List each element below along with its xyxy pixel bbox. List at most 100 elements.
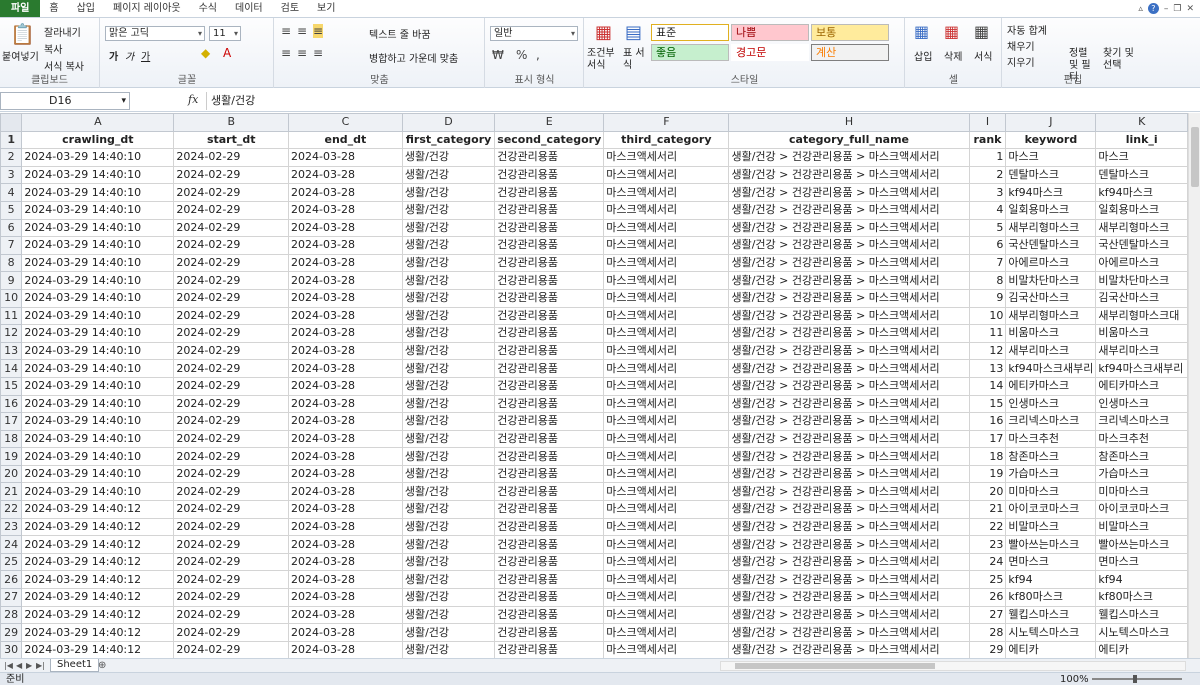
cell[interactable]: 2024-02-29 [173, 200, 290, 220]
cell[interactable]: 2024-03-28 [288, 588, 403, 607]
cell[interactable]: 마스크액세서리 [603, 429, 730, 449]
cell[interactable]: 생활/건강 [401, 535, 496, 554]
cell[interactable]: 생활/건강 [401, 447, 496, 466]
cell[interactable]: 생활/건강 > 건강관리용품 > 마스크액세서리 [728, 324, 970, 343]
cell[interactable]: 29 [968, 640, 1007, 658]
cell[interactable]: 마스크 [1005, 148, 1097, 167]
cell[interactable]: 생활/건강 > 건강관리용품 > 마스크액세서리 [728, 605, 970, 625]
column-header[interactable]: F [603, 113, 730, 132]
cell[interactable]: 2024-03-29 14:40:12 [21, 570, 175, 590]
cell[interactable]: 생활/건강 [401, 253, 496, 273]
cell[interactable]: kf94 [1095, 570, 1188, 590]
cell[interactable]: 생활/건강 > 건강관리용품 > 마스크액세서리 [728, 376, 970, 396]
cell[interactable]: 생활/건강 [401, 640, 496, 658]
row-number[interactable]: 8 [0, 253, 23, 273]
cell[interactable]: 생활/건강 [401, 165, 496, 185]
cell[interactable]: 생활/건강 > 건강관리용품 > 마스크액세서리 [728, 429, 970, 449]
insert-function-icon[interactable]: fx [188, 93, 198, 106]
cell[interactable]: 비움마스크 [1005, 324, 1097, 343]
font-size-combo[interactable]: 11 [209, 26, 241, 41]
cell[interactable]: 가습마스크 [1005, 464, 1097, 484]
column-header[interactable]: I [968, 113, 1007, 132]
cell[interactable]: 비움마스크 [1095, 324, 1188, 343]
ribbon-tab[interactable]: 검토 [272, 0, 308, 17]
cell[interactable]: 빨아쓰는마스크 [1095, 535, 1188, 554]
cell[interactable]: 국산덴탈마스크 [1095, 236, 1188, 255]
row-number[interactable]: 6 [0, 218, 23, 238]
cell[interactable]: 생활/건강 [401, 148, 496, 167]
align-top-icon[interactable]: ≡ [281, 24, 291, 38]
insert-cells-icon[interactable]: ▦ [914, 22, 929, 41]
column-header[interactable]: A [21, 113, 175, 132]
cell[interactable]: 9 [968, 288, 1007, 308]
cell[interactable]: 19 [968, 464, 1007, 484]
row-number[interactable]: 14 [0, 359, 23, 378]
cell[interactable]: 마스크액세서리 [603, 218, 730, 238]
cell[interactable]: 마스크추천 [1095, 429, 1188, 449]
cell[interactable]: 마스크액세서리 [603, 552, 730, 572]
prev-sheet-icon[interactable]: ◀ [16, 659, 22, 672]
column-header[interactable]: C [288, 113, 403, 132]
ribbon-tab[interactable]: 데이터 [226, 0, 272, 17]
cell[interactable]: 생활/건강 [401, 412, 496, 431]
cell[interactable]: 2024-02-29 [173, 412, 290, 431]
row-number[interactable]: 30 [0, 640, 23, 658]
cell[interactable]: 생활/건강 > 건강관리용품 > 마스크액세서리 [728, 148, 970, 167]
cell[interactable]: 건강관리용품 [494, 552, 605, 572]
cell[interactable]: 크리넥스마스크 [1095, 412, 1188, 431]
cell[interactable]: 2024-03-29 14:40:10 [21, 359, 175, 378]
cell[interactable]: 2024-02-29 [173, 429, 290, 449]
cell[interactable]: 생활/건강 > 건강관리용품 > 마스크액세서리 [728, 236, 970, 255]
fill-color-icon[interactable]: ◆ [201, 46, 210, 60]
row-number[interactable]: 24 [0, 535, 23, 554]
cell[interactable]: 2024-03-28 [288, 253, 403, 273]
cell[interactable]: 일회용마스크 [1095, 200, 1188, 220]
cell[interactable]: 2024-02-29 [173, 623, 290, 642]
window-minimize-icon[interactable]: – [1164, 4, 1169, 14]
currency-icon[interactable]: ₩ [492, 48, 504, 62]
cell[interactable]: 생활/건강 > 건강관리용품 > 마스크액세서리 [728, 394, 970, 414]
cell[interactable]: 생활/건강 [401, 218, 496, 238]
cell[interactable]: 면마스크 [1005, 552, 1097, 572]
cell[interactable]: 2024-03-28 [288, 394, 403, 414]
cell[interactable]: 2024-03-28 [288, 464, 403, 484]
cell[interactable]: 2024-03-29 14:40:10 [21, 183, 175, 202]
cell[interactable]: 2024-02-29 [173, 324, 290, 343]
cell[interactable]: 웰킵스마스크 [1095, 605, 1188, 625]
cell[interactable]: 2024-02-29 [173, 447, 290, 466]
cell[interactable]: 에티카 [1095, 640, 1188, 658]
underline-button[interactable]: 가 [141, 48, 150, 63]
cell[interactable]: 2024-03-28 [288, 517, 403, 537]
cell[interactable]: 2024-03-29 14:40:10 [21, 271, 175, 290]
cell[interactable]: 생활/건강 > 건강관리용품 > 마스크액세서리 [728, 535, 970, 554]
cell[interactable]: 생활/건강 [401, 376, 496, 396]
row-number[interactable]: 20 [0, 464, 23, 484]
cell[interactable]: 2024-03-29 14:40:10 [21, 429, 175, 449]
cell[interactable]: 생활/건강 [401, 552, 496, 572]
cell[interactable]: kf94마스크새부리 [1005, 359, 1097, 378]
cell[interactable]: 2024-03-28 [288, 341, 403, 361]
cell[interactable]: kf94마스크 [1095, 183, 1188, 202]
ribbon-tab[interactable]: 삽입 [68, 0, 104, 17]
cell[interactable]: 아이코코마스크 [1095, 500, 1188, 519]
cell[interactable]: 마스크액세서리 [603, 535, 730, 554]
cell[interactable]: third_category [603, 130, 730, 150]
cell[interactable]: 건강관리용품 [494, 570, 605, 590]
cell[interactable]: 생활/건강 [401, 464, 496, 484]
cell[interactable]: 2024-03-29 14:40:10 [21, 341, 175, 361]
cell[interactable]: 새부리형마스크대 [1095, 306, 1188, 326]
cell[interactable]: 덴탈마스크 [1095, 165, 1188, 185]
column-header[interactable]: D [401, 113, 496, 132]
cell[interactable]: 2024-03-29 14:40:10 [21, 482, 175, 502]
cell[interactable]: end_dt [288, 130, 403, 150]
style-good[interactable]: 좋음 [651, 44, 729, 61]
select-all-corner[interactable] [0, 113, 23, 132]
cell[interactable]: 11 [968, 324, 1007, 343]
autosum-button[interactable]: 자동 합계 [1007, 22, 1047, 37]
cell[interactable]: 5 [968, 218, 1007, 238]
cell[interactable]: 14 [968, 376, 1007, 396]
cell[interactable]: 2024-03-28 [288, 447, 403, 466]
column-header[interactable]: B [173, 113, 290, 132]
cell[interactable]: 생활/건강 > 건강관리용품 > 마스크액세서리 [728, 271, 970, 290]
merge-center-button[interactable]: 병합하고 가운데 맞춤 [369, 50, 458, 65]
